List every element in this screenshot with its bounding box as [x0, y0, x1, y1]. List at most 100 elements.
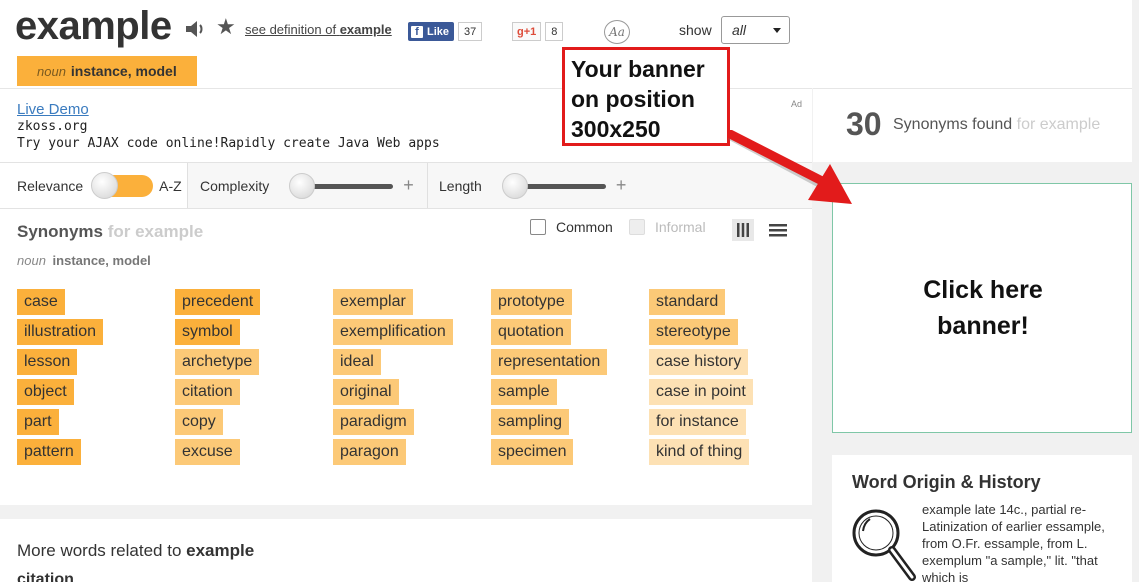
see-definition-link[interactable]: see definition of example — [245, 22, 392, 37]
word-origin-panel: Word Origin & History example late 14c.,… — [832, 455, 1132, 582]
length-plus-icon[interactable]: + — [616, 175, 627, 196]
page: example ★ see definition of example f Li… — [0, 0, 1139, 582]
slider-knob[interactable] — [501, 172, 528, 199]
synonym-tag[interactable]: prototype — [491, 289, 572, 315]
star-icon[interactable]: ★ — [216, 16, 236, 38]
synonym-tag[interactable]: quotation — [491, 319, 571, 345]
length-label: Length — [439, 177, 482, 194]
synonym-tag[interactable]: case history — [649, 349, 749, 375]
complexity-label: Complexity — [200, 177, 270, 194]
synonym-tag[interactable]: pattern — [17, 439, 81, 465]
synonym-tag[interactable]: kind of thing — [649, 439, 750, 465]
banner-line-2: banner! — [937, 312, 1029, 340]
ad-description: Try your AJAX code online!Rapidly create… — [17, 136, 440, 151]
slider-knob[interactable] — [289, 172, 316, 199]
found-label: Synonyms found — [893, 116, 1013, 133]
ad-label: Ad — [791, 99, 803, 109]
font-size-icon[interactable]: Aa — [604, 20, 630, 44]
synonym-tag[interactable]: paragon — [333, 439, 406, 465]
synonym-tag[interactable]: ideal — [333, 349, 381, 375]
az-label[interactable]: A-Z — [159, 178, 182, 194]
synonym-tag[interactable]: sample — [491, 379, 557, 405]
synonym-tag[interactable]: original — [333, 379, 399, 405]
scrollbar[interactable] — [1132, 0, 1139, 582]
synonym-tag[interactable]: case — [17, 289, 65, 315]
synonym-tag[interactable]: stereotype — [649, 319, 738, 345]
synonym-tag[interactable]: specimen — [491, 439, 574, 465]
synonym-tag[interactable]: case in point — [649, 379, 753, 405]
synonym-tag[interactable]: illustration — [17, 319, 104, 345]
synonym-tag[interactable]: object — [17, 379, 74, 405]
facebook-icon: f — [411, 25, 423, 38]
ad-title-link[interactable]: Live Demo — [17, 101, 89, 118]
more-words-prefix: More words related to — [17, 541, 182, 560]
column-view-icon[interactable] — [732, 219, 754, 241]
synonym-tag[interactable]: exemplar — [333, 289, 413, 315]
pos-sense: instance, model — [70, 63, 177, 79]
synonyms-for: for example — [107, 222, 204, 241]
synonyms-title: Synonyms — [17, 222, 103, 241]
length-slider[interactable] — [501, 172, 608, 199]
synonyms-heading: Synonyms for example — [17, 222, 203, 242]
found-for: for example — [1016, 116, 1101, 133]
divider — [187, 163, 188, 208]
show-select-value: all — [732, 22, 747, 38]
informal-label: Informal — [655, 219, 706, 235]
synonym-tag[interactable]: precedent — [175, 289, 261, 315]
google-plus-count: 8 — [545, 22, 564, 41]
list-view-icon[interactable] — [767, 219, 789, 241]
informal-filter[interactable]: Informal — [629, 219, 706, 235]
google-plus: g +1 8 — [512, 22, 564, 41]
magnifier-icon — [852, 509, 916, 581]
facebook-like-label: Like — [427, 25, 450, 38]
more-words-word: example — [186, 541, 255, 560]
pos-tab[interactable]: noun instance, model — [17, 56, 197, 86]
toggle-knob[interactable] — [91, 171, 119, 199]
synonyms-found: 30 Synonyms found for example — [813, 88, 1132, 162]
banner-ad[interactable]: Click here banner! — [832, 183, 1132, 433]
facebook-like-count: 37 — [458, 22, 483, 41]
synonym-tag[interactable]: lesson — [17, 349, 78, 375]
synonym-tag[interactable]: representation — [491, 349, 608, 375]
google-plus-button[interactable]: g +1 — [512, 22, 542, 41]
relevance-label[interactable]: Relevance — [17, 178, 83, 194]
synonym-tag[interactable]: symbol — [175, 319, 240, 345]
divider — [427, 163, 428, 208]
speaker-icon[interactable] — [184, 19, 208, 39]
synonym-tag[interactable]: paradigm — [333, 409, 414, 435]
common-checkbox[interactable] — [530, 219, 546, 235]
sort-filter: Relevance A-Z — [0, 163, 187, 208]
see-definition-prefix: see definition of — [245, 22, 337, 37]
facebook-like-button[interactable]: f Like — [408, 22, 455, 41]
common-label: Common — [556, 219, 613, 235]
synonyms-panel: Synonyms for example noun instance, mode… — [0, 209, 812, 505]
banner-line-1: Click here — [923, 276, 1043, 304]
synonym-tag[interactable]: sampling — [491, 409, 570, 435]
synonym-tag[interactable]: for instance — [649, 409, 746, 435]
synonym-tag[interactable]: archetype — [175, 349, 260, 375]
banner-text: Click here banner! — [833, 272, 1133, 344]
length-filter: Length + — [439, 163, 626, 208]
see-definition-word: example — [339, 22, 392, 37]
google-plus-icon: g — [517, 25, 524, 38]
synonyms-pos: noun — [17, 253, 46, 268]
informal-checkbox[interactable] — [629, 219, 645, 235]
synonym-tag[interactable]: exemplification — [333, 319, 453, 345]
synonym-tag[interactable]: citation — [175, 379, 240, 405]
filter-bar: Relevance A-Z Complexity + Length + — [0, 162, 812, 209]
complexity-filter: Complexity + — [200, 163, 414, 208]
synonym-tag[interactable]: excuse — [175, 439, 240, 465]
synonym-tag[interactable]: standard — [649, 289, 726, 315]
common-filter[interactable]: Common — [530, 219, 613, 235]
ad-url: zkoss.org — [17, 119, 88, 134]
more-words-panel: More words related to example citation — [0, 519, 812, 582]
show-select[interactable]: all — [721, 16, 790, 44]
callout-line-3: 300x250 — [571, 116, 661, 142]
facebook-like: f Like 37 — [408, 22, 483, 41]
synonym-tag[interactable]: copy — [175, 409, 223, 435]
complexity-slider[interactable] — [289, 172, 395, 199]
synonym-tag[interactable]: part — [17, 409, 59, 435]
complexity-plus-icon[interactable]: + — [403, 175, 414, 196]
more-words-first[interactable]: citation — [17, 571, 74, 582]
sort-toggle[interactable] — [91, 171, 154, 199]
